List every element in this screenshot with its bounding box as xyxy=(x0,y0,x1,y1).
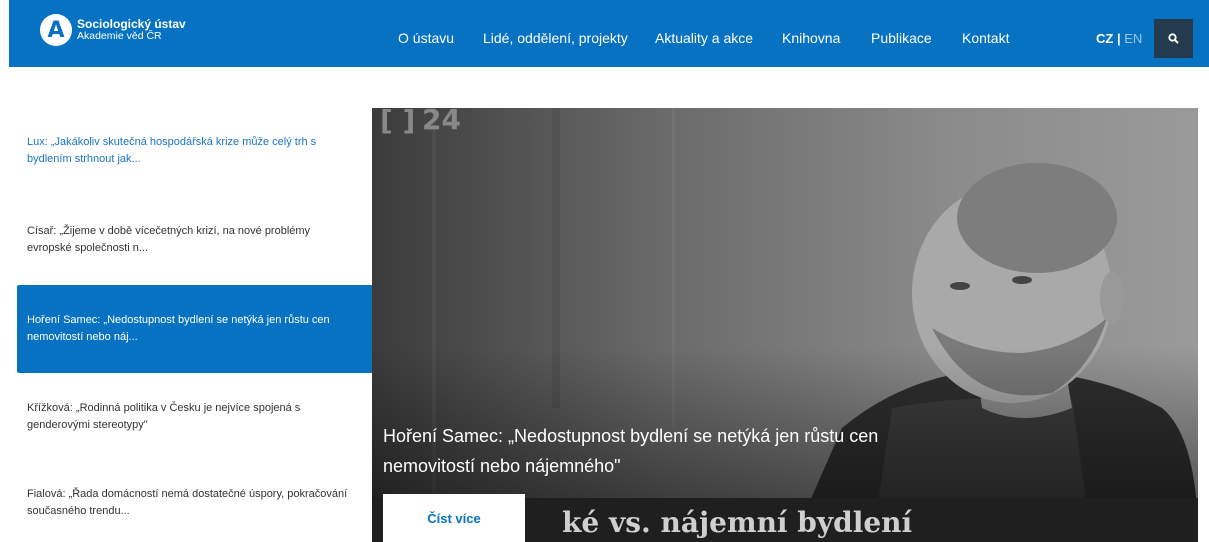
logo-text: Sociologický ústav Akademie věd ČR xyxy=(77,18,186,42)
lang-en[interactable]: EN xyxy=(1124,31,1142,46)
tv-logo-icon: [ ] xyxy=(380,108,415,137)
nav-kontakt[interactable]: Kontakt xyxy=(962,30,1009,46)
logo-title: Sociologický ústav xyxy=(77,17,186,31)
nav-publikace[interactable]: Publikace xyxy=(871,30,932,46)
lang-cz[interactable]: CZ xyxy=(1096,31,1113,46)
search-icon xyxy=(1168,33,1179,44)
news-item[interactable]: Lux: „Jakákoliv skutečná hospodářská kri… xyxy=(17,134,373,168)
nav-o-ustavu[interactable]: O ústavu xyxy=(398,30,454,46)
nav-knihovna[interactable]: Knihovna xyxy=(782,30,840,46)
hero-tv-logo-text: 24 xyxy=(422,108,461,136)
lang-separator: | xyxy=(1113,31,1125,46)
nav-lide-oddeleni-projekty[interactable]: Lidé, oddělení, projekty xyxy=(483,30,628,46)
logo[interactable]: A Sociologický ústav Akademie věd ČR xyxy=(40,14,186,46)
news-item[interactable]: Císař: „Žijeme v době vícečetných krizí,… xyxy=(17,223,373,257)
site-header: A Sociologický ústav Akademie věd ČR O ú… xyxy=(9,0,1209,67)
hero-slide[interactable]: [ ] 24 ké vs. nájemní bydlení Hoření Sam… xyxy=(372,108,1198,542)
hero-banner-text: ké vs. nájemní bydlení xyxy=(562,506,913,539)
news-item-active[interactable]: Hoření Samec: „Nedostupnost bydlení se n… xyxy=(17,285,373,373)
nav-aktuality-a-akce[interactable]: Aktuality a akce xyxy=(655,30,753,46)
read-more-button[interactable]: Číst více xyxy=(383,494,525,542)
search-button[interactable] xyxy=(1154,19,1193,58)
language-switcher: CZ | EN xyxy=(1096,31,1142,46)
logo-subtitle: Akademie věd ČR xyxy=(77,30,162,42)
hero-caption[interactable]: Hoření Samec: „Nedostupnost bydlení se n… xyxy=(383,421,943,481)
logo-mark-icon: A xyxy=(40,14,72,46)
news-item[interactable]: Fialová: „Řada domácností nemá dostatečn… xyxy=(17,486,373,520)
news-item[interactable]: Křížková: „Rodinná politika v Česku je n… xyxy=(17,400,373,434)
